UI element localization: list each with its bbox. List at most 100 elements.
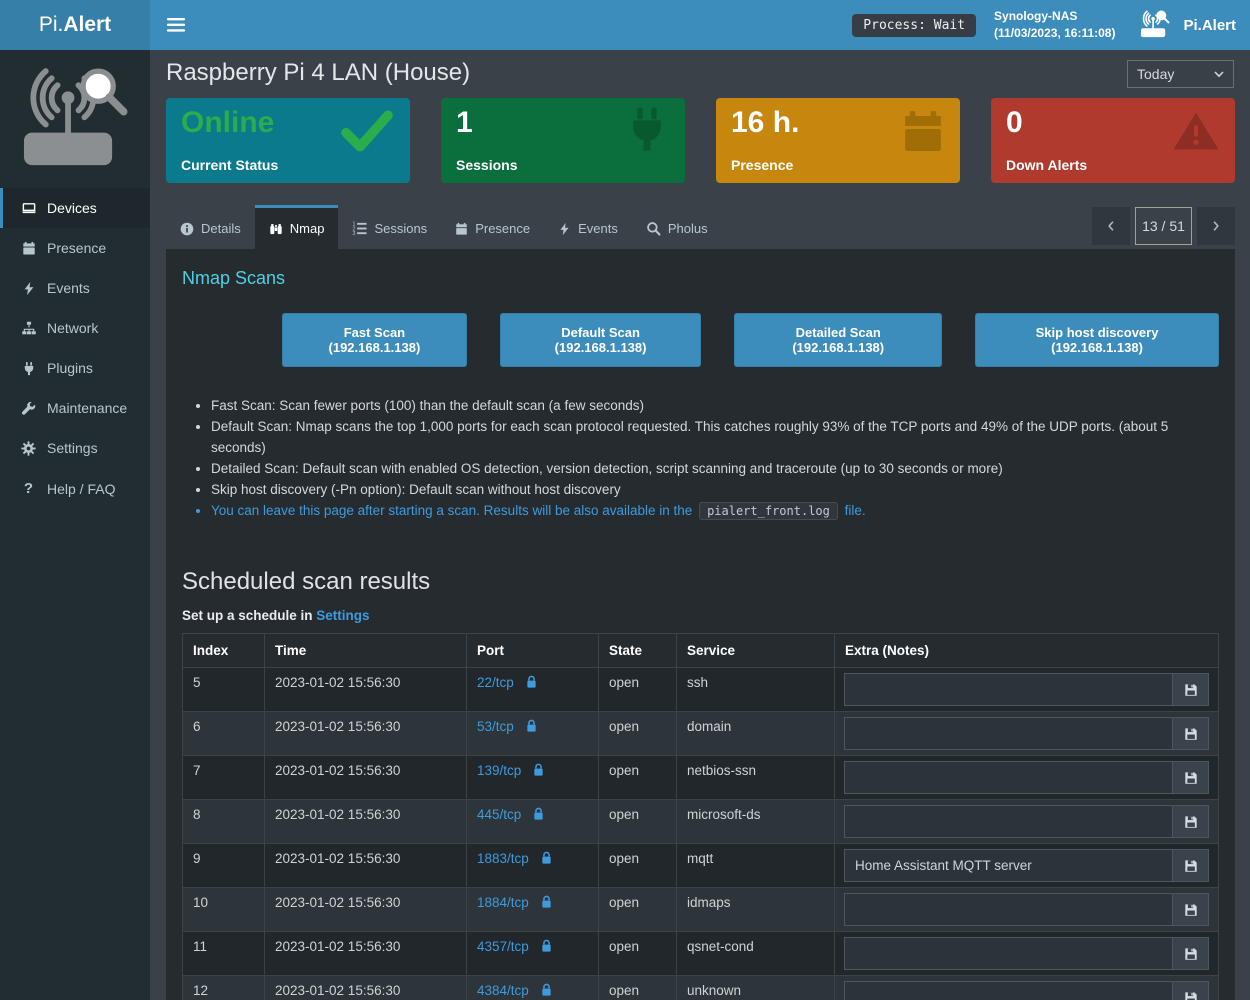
save-icon: [1184, 991, 1198, 1000]
port-link[interactable]: 445/tcp: [477, 807, 521, 822]
sidebar: Devices Presence Events Network Plugins: [0, 50, 150, 1000]
cell-service: mqtt: [677, 844, 835, 888]
cell-service: domain: [677, 712, 835, 756]
nmap-scan-button[interactable]: Skip host discovery (192.168.1.138): [975, 313, 1219, 367]
sidebar-item-label: Plugins: [47, 360, 93, 376]
cell-port: 139/tcp: [467, 756, 599, 800]
note-text-before: You can leave this page after starting a…: [211, 503, 692, 518]
lock-icon: [541, 851, 552, 865]
save-note-button[interactable]: [1173, 937, 1209, 970]
tab-label: Pholus: [668, 221, 708, 236]
port-link[interactable]: 1884/tcp: [477, 895, 529, 910]
tab-sessions[interactable]: 123 Sessions: [338, 205, 441, 249]
cell-extra: [835, 668, 1219, 712]
cell-state: open: [599, 976, 677, 1000]
sessions-card: 1 Sessions: [441, 98, 685, 183]
sidebar-item-events[interactable]: Events: [0, 268, 150, 308]
scan-descriptions: Fast Scan: Scan fewer ports (100) than t…: [190, 395, 1219, 500]
save-note-button[interactable]: [1173, 761, 1209, 794]
tab-events[interactable]: Events: [544, 205, 632, 249]
page-indicator: 13 / 51: [1135, 207, 1192, 245]
prev-device-button[interactable]: [1092, 207, 1130, 245]
nmap-scan-button[interactable]: Detailed Scan (192.168.1.138): [734, 313, 942, 367]
period-select[interactable]: Today: [1127, 60, 1234, 88]
sidebar-item-devices[interactable]: Devices: [0, 188, 150, 228]
nmap-scan-button[interactable]: Fast Scan (192.168.1.138): [282, 313, 467, 367]
gear-icon: [20, 441, 37, 456]
cell-state: open: [599, 932, 677, 976]
tab-label: Sessions: [374, 221, 427, 236]
chevron-left-icon: [1105, 218, 1117, 234]
check-icon: [339, 110, 395, 152]
app-logo[interactable]: Pi.Alert: [0, 0, 150, 50]
port-link[interactable]: 22/tcp: [477, 675, 514, 690]
port-link[interactable]: 139/tcp: [477, 763, 521, 778]
nmap-scans-heading: Nmap Scans: [182, 268, 1219, 289]
port-link[interactable]: 4384/tcp: [477, 983, 529, 998]
tab-details[interactable]: Details: [166, 205, 255, 249]
status-label: Current Status: [181, 157, 278, 173]
table-row: 9 2023-01-02 15:56:30 1883/tcp open mqtt: [183, 844, 1219, 888]
sidebar-toggle[interactable]: [150, 0, 202, 50]
scan-buttons: Fast Scan (192.168.1.138) Default Scan (…: [282, 313, 1219, 367]
save-note-button[interactable]: [1173, 673, 1209, 706]
save-icon: [1184, 947, 1198, 961]
sidebar-item-help[interactable]: ? Help / FAQ: [0, 468, 150, 509]
table-row: 11 2023-01-02 15:56:30 4357/tcp open qsn…: [183, 932, 1219, 976]
sidebar-item-plugins[interactable]: Plugins: [0, 348, 150, 388]
tab-nmap[interactable]: Nmap: [255, 205, 339, 249]
note-input[interactable]: [844, 893, 1173, 926]
tab-presence[interactable]: Presence: [441, 205, 544, 249]
save-note-button[interactable]: [1173, 717, 1209, 750]
note-input[interactable]: [844, 805, 1173, 838]
status-cards: Online Current Status 1 Sessions 16 h. P…: [166, 98, 1235, 183]
process-status-badge: Process: Wait: [852, 14, 976, 37]
sidebar-item-presence[interactable]: Presence: [0, 228, 150, 268]
cell-extra: [835, 976, 1219, 1000]
host-name: Synology-NAS: [994, 8, 1115, 25]
note-input-group: [844, 981, 1209, 1000]
cell-port: 1883/tcp: [467, 844, 599, 888]
note-input[interactable]: [844, 849, 1173, 882]
port-link[interactable]: 4357/tcp: [477, 939, 529, 954]
save-note-button[interactable]: [1173, 805, 1209, 838]
col-header-index: Index: [183, 634, 265, 668]
save-note-button[interactable]: [1173, 849, 1209, 882]
note-input[interactable]: [844, 761, 1173, 794]
sidebar-item-network[interactable]: Network: [0, 308, 150, 348]
brand-name[interactable]: Pi.Alert: [1183, 17, 1236, 34]
nmap-scan-button[interactable]: Default Scan (192.168.1.138): [500, 313, 702, 367]
sidebar-item-maintenance[interactable]: Maintenance: [0, 388, 150, 428]
note-input[interactable]: [844, 673, 1173, 706]
note-input[interactable]: [844, 981, 1173, 1000]
port-link[interactable]: 1883/tcp: [477, 851, 529, 866]
save-icon: [1184, 815, 1198, 829]
cell-index: 6: [183, 712, 265, 756]
settings-link[interactable]: Settings: [316, 608, 369, 623]
save-note-button[interactable]: [1173, 981, 1209, 1000]
note-input-group: [844, 717, 1209, 750]
cell-index: 7: [183, 756, 265, 800]
col-header-extra: Extra (Notes): [835, 634, 1219, 668]
main-content: Raspberry Pi 4 LAN (House) Today Online …: [150, 50, 1250, 1000]
cell-service: qsnet-cond: [677, 932, 835, 976]
scheduled-results-heading: Scheduled scan results: [182, 568, 1219, 596]
cell-extra: [835, 932, 1219, 976]
cell-time: 2023-01-02 15:56:30: [265, 756, 467, 800]
sidebar-item-label: Events: [47, 280, 90, 296]
port-link[interactable]: 53/tcp: [477, 719, 514, 734]
save-note-button[interactable]: [1173, 893, 1209, 926]
app-logo-bold: Alert: [63, 13, 111, 37]
tab-label: Presence: [475, 221, 530, 236]
chevron-right-icon: [1210, 218, 1222, 234]
tab-pholus[interactable]: Pholus: [632, 205, 722, 249]
sidebar-item-settings[interactable]: Settings: [0, 428, 150, 468]
plug-icon: [20, 361, 37, 376]
note-input[interactable]: [844, 717, 1173, 750]
table-row: 8 2023-01-02 15:56:30 445/tcp open micro…: [183, 800, 1219, 844]
sessions-label: Sessions: [456, 157, 517, 173]
note-input[interactable]: [844, 937, 1173, 970]
next-device-button[interactable]: [1197, 207, 1235, 245]
cell-time: 2023-01-02 15:56:30: [265, 712, 467, 756]
device-tabs: Details Nmap 123 Sessions Presence Event…: [166, 205, 1235, 249]
